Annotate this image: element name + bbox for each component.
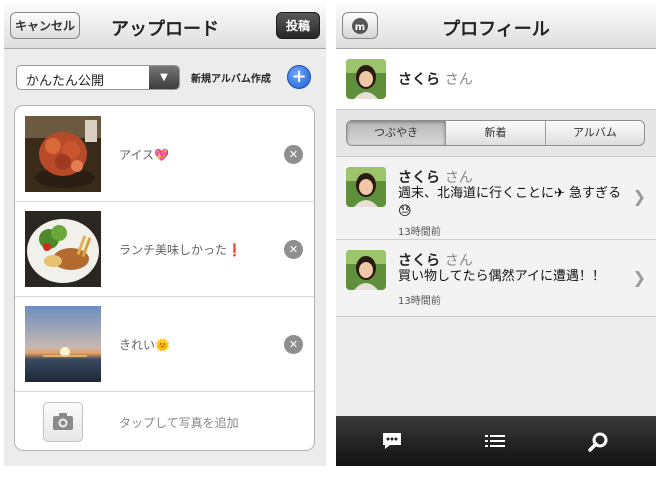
avatar <box>346 167 386 207</box>
remove-photo-icon[interactable]: ✕ <box>284 145 303 164</box>
chevron-right-icon: ❯ <box>632 268 646 287</box>
post-item[interactable]: さくら さん 週末、北海道に行くことに✈ 急すぎる😓 13時間前 ❯ <box>336 157 656 240</box>
avatar[interactable] <box>346 59 386 99</box>
profile-screen: m プロフィール さくら さん つぶやき 新着 アルバム さくら さん 週末、北… <box>336 4 656 466</box>
post-author: さくら さん <box>398 170 473 186</box>
list-icon[interactable] <box>484 431 506 451</box>
photo-caption[interactable]: ランチ美味しかった❗ <box>119 241 242 258</box>
profile-title: プロフィール <box>442 19 550 40</box>
add-album-icon[interactable]: + <box>287 65 311 89</box>
post-button[interactable]: 投稿 <box>276 12 320 39</box>
visibility-select[interactable]: かんたん公開 ▼ <box>16 65 180 90</box>
photo-list: アイス💖 ✕ ランチ美味しかった❗ ✕ きれい🌞 ✕ タップして写真を追加 <box>14 105 315 451</box>
upload-navbar: キャンセル アップロード 投稿 <box>4 4 326 49</box>
search-icon[interactable] <box>588 431 610 453</box>
chat-bubble-icon[interactable] <box>381 431 403 451</box>
profile-header: さくら さん <box>336 49 656 110</box>
photo-thumbnail-lunch <box>25 211 101 287</box>
profile-navbar: m プロフィール <box>336 4 656 49</box>
remove-photo-icon[interactable]: ✕ <box>284 335 303 354</box>
tab-new[interactable]: 新着 <box>445 121 545 145</box>
segment-bar: つぶやき 新着 アルバム <box>336 110 656 157</box>
photo-caption[interactable]: アイス💖 <box>119 146 169 163</box>
post-time: 13時間前 <box>398 296 441 307</box>
visibility-value: かんたん公開 <box>26 74 105 89</box>
photo-item[interactable]: アイス💖 ✕ <box>15 106 314 202</box>
bottom-tab-bar <box>336 416 656 466</box>
photo-thumbnail-dessert <box>25 116 101 192</box>
chevron-right-icon: ❯ <box>632 187 646 206</box>
remove-photo-icon[interactable]: ✕ <box>284 240 303 259</box>
dropdown-arrow-icon: ▼ <box>149 66 179 89</box>
add-photo-label: タップして写真を追加 <box>119 416 239 430</box>
post-body: 週末、北海道に行くことに✈ 急すぎる😓 <box>398 186 622 219</box>
tab-tweets[interactable]: つぶやき <box>347 121 445 145</box>
profile-name: さくら さん <box>398 72 473 88</box>
avatar <box>346 250 386 290</box>
photo-caption[interactable]: きれい🌞 <box>119 336 170 353</box>
tab-album[interactable]: アルバム <box>545 121 644 145</box>
post-author: さくら さん <box>398 253 473 269</box>
upload-screen: キャンセル アップロード 投稿 かんたん公開 ▼ 新規アルバム作成 + アイス💖… <box>4 4 326 466</box>
segmented-control: つぶやき 新着 アルバム <box>346 120 645 146</box>
photo-item[interactable]: きれい🌞 ✕ <box>15 296 314 392</box>
post-body: 買い物してたら偶然アイに遭遇！！ <box>398 269 605 284</box>
photo-thumbnail-sunset <box>25 306 101 382</box>
new-album-label[interactable]: 新規アルバム作成 <box>191 70 271 85</box>
post-item[interactable]: さくら さん 買い物してたら偶然アイに遭遇！！ 13時間前 ❯ <box>336 240 656 317</box>
post-time: 13時間前 <box>398 227 441 238</box>
add-photo-row[interactable]: タップして写真を追加 <box>15 392 314 450</box>
camera-icon[interactable] <box>43 402 83 442</box>
photo-item[interactable]: ランチ美味しかった❗ ✕ <box>15 201 314 297</box>
